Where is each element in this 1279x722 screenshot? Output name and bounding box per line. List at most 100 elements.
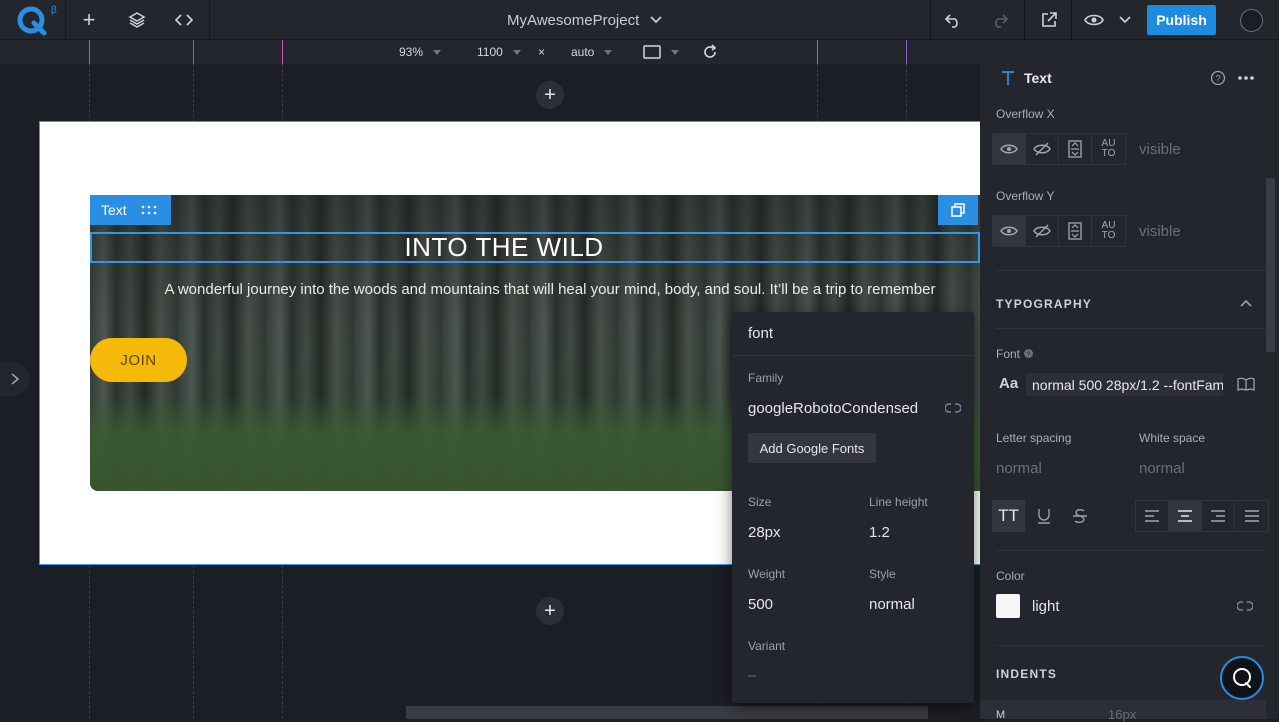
white-space-value[interactable]: normal bbox=[1139, 460, 1185, 477]
chevron-up-icon[interactable] bbox=[1239, 298, 1253, 308]
underline-icon[interactable] bbox=[1036, 508, 1052, 524]
horizontal-scrollbar[interactable] bbox=[406, 706, 928, 719]
copy-icon bbox=[951, 203, 965, 217]
overflow-y-label: Overflow Y bbox=[996, 189, 1055, 203]
eye-icon bbox=[1084, 14, 1104, 26]
duplicate-button[interactable] bbox=[938, 195, 978, 225]
add-google-fonts-button[interactable]: Add Google Fonts bbox=[748, 433, 876, 463]
size-value[interactable]: 28px bbox=[748, 524, 781, 541]
align-justify-icon bbox=[1244, 510, 1259, 522]
style-value[interactable]: normal bbox=[869, 596, 915, 613]
font-token-input[interactable]: font bbox=[732, 312, 974, 356]
ruler-marker bbox=[89, 40, 90, 64]
code-icon bbox=[174, 14, 194, 26]
add-section-above-button[interactable]: + bbox=[536, 81, 564, 109]
strikethrough-icon[interactable] bbox=[1072, 508, 1088, 524]
uppercase-button[interactable]: TT bbox=[992, 500, 1025, 532]
overflow-visible-button[interactable] bbox=[993, 216, 1026, 246]
letter-spacing-value[interactable]: normal bbox=[996, 460, 1042, 477]
variant-label: Variant bbox=[748, 639, 786, 653]
variant-value[interactable]: – bbox=[748, 667, 756, 684]
letter-spacing-label: Letter spacing bbox=[996, 431, 1072, 445]
eye-off-icon bbox=[1033, 142, 1051, 156]
zoom-select[interactable]: 93% bbox=[399, 40, 442, 64]
overflow-x-options: AU TO bbox=[992, 133, 1126, 165]
external-link-icon bbox=[1042, 12, 1057, 27]
size-label: Size bbox=[748, 495, 772, 509]
family-value[interactable]: googleRobotoCondensed bbox=[748, 400, 918, 417]
overflow-scroll-button[interactable] bbox=[1059, 216, 1092, 246]
layers-button[interactable] bbox=[125, 0, 149, 40]
overflow-scroll-button[interactable] bbox=[1059, 134, 1092, 164]
device-select[interactable] bbox=[643, 40, 679, 64]
chevron-down-icon bbox=[1119, 16, 1131, 24]
margin-value[interactable]: 16px bbox=[1108, 707, 1136, 722]
align-justify-button[interactable] bbox=[1235, 501, 1268, 531]
color-value[interactable]: light bbox=[1032, 598, 1060, 615]
color-swatch[interactable] bbox=[996, 594, 1020, 618]
app-logo[interactable]: β bbox=[16, 5, 57, 37]
plus-icon: + bbox=[82, 7, 96, 32]
font-preview-aa: Aa bbox=[999, 375, 1019, 392]
weight-value[interactable]: 500 bbox=[748, 596, 773, 613]
hero-title[interactable]: INTO THE WILD bbox=[0, 232, 1008, 263]
info-icon[interactable]: ? bbox=[1024, 349, 1033, 358]
redo-button[interactable] bbox=[989, 0, 1011, 40]
scroll-icon bbox=[1068, 140, 1082, 158]
align-left-button[interactable] bbox=[1136, 501, 1169, 531]
align-center-button[interactable] bbox=[1169, 501, 1202, 531]
font-value-input[interactable]: normal 500 28px/1.2 --fontFamily bbox=[1026, 373, 1223, 396]
beta-badge: β bbox=[51, 5, 57, 16]
preview-menu-button[interactable] bbox=[1117, 0, 1133, 40]
overflow-auto-button[interactable]: AU TO bbox=[1092, 134, 1125, 164]
add-element-button[interactable]: + bbox=[75, 0, 103, 40]
typography-section-title[interactable]: TYPOGRAPHY bbox=[996, 297, 1092, 311]
panel-scrollbar[interactable] bbox=[1266, 178, 1275, 352]
weight-label: Weight bbox=[748, 567, 786, 581]
undo-icon bbox=[944, 14, 958, 28]
overflow-x-value[interactable]: visible bbox=[1139, 141, 1181, 158]
zoom-value: 93% bbox=[399, 45, 424, 59]
refresh-button[interactable] bbox=[702, 40, 718, 64]
ruler-marker bbox=[193, 40, 194, 64]
width-select[interactable]: 1100 bbox=[477, 40, 521, 64]
width-value: 1100 bbox=[477, 45, 503, 59]
hero-subtitle[interactable]: A wonderful journey into the woods and m… bbox=[90, 281, 1010, 298]
chevron-right-icon bbox=[11, 373, 20, 385]
publish-button[interactable]: Publish bbox=[1147, 5, 1216, 35]
overflow-hidden-button[interactable] bbox=[1026, 216, 1059, 246]
project-name: MyAwesomeProject bbox=[507, 11, 640, 29]
align-right-button[interactable] bbox=[1202, 501, 1235, 531]
more-options-icon[interactable] bbox=[1238, 75, 1254, 81]
refresh-icon bbox=[704, 44, 717, 58]
undo-button[interactable] bbox=[942, 0, 964, 40]
eye-off-icon bbox=[1033, 224, 1051, 238]
overflow-visible-button[interactable] bbox=[993, 134, 1026, 164]
scroll-icon bbox=[1068, 222, 1082, 240]
project-selector[interactable]: MyAwesomeProject bbox=[507, 0, 663, 40]
line-height-value[interactable]: 1.2 bbox=[869, 524, 890, 541]
overflow-y-value[interactable]: visible bbox=[1139, 223, 1181, 240]
svg-text:?: ? bbox=[1215, 74, 1220, 84]
chat-support-button[interactable] bbox=[1220, 656, 1264, 700]
unlink-icon[interactable] bbox=[1237, 599, 1253, 613]
text-align-options bbox=[1135, 500, 1269, 532]
indents-section-title[interactable]: INDENTS bbox=[996, 667, 1057, 681]
code-button[interactable] bbox=[172, 0, 196, 40]
align-right-icon bbox=[1211, 510, 1225, 522]
overflow-hidden-button[interactable] bbox=[1026, 134, 1059, 164]
device-frame-icon bbox=[643, 45, 661, 59]
user-avatar[interactable] bbox=[1240, 9, 1263, 32]
overflow-auto-button[interactable]: AU TO bbox=[1092, 216, 1125, 246]
help-icon[interactable]: ? bbox=[1210, 70, 1226, 86]
open-preview-button[interactable] bbox=[1038, 0, 1060, 40]
redo-icon bbox=[995, 14, 1009, 28]
unlink-icon[interactable] bbox=[945, 401, 961, 415]
height-select[interactable]: auto bbox=[571, 40, 613, 64]
selected-element-tag[interactable]: Text bbox=[90, 195, 171, 225]
add-section-below-button[interactable]: + bbox=[536, 597, 564, 625]
join-button[interactable]: JOIN bbox=[90, 338, 187, 382]
family-label: Family bbox=[748, 371, 784, 385]
book-icon[interactable] bbox=[1237, 377, 1255, 391]
preview-button[interactable] bbox=[1083, 0, 1105, 40]
